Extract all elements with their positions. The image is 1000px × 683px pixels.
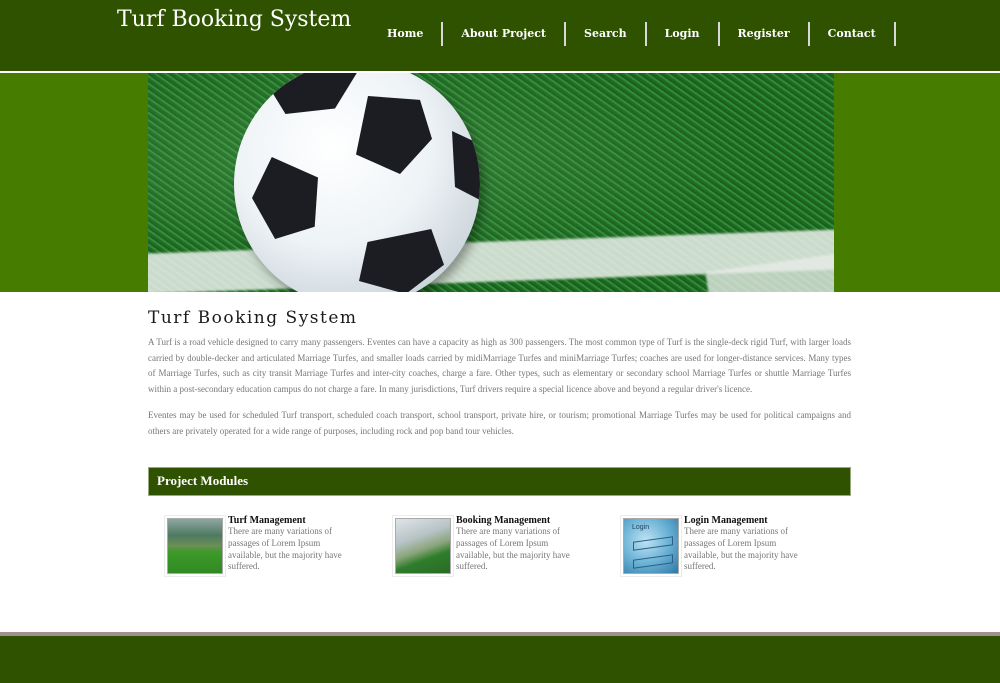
module-title[interactable]: Login Management: [684, 515, 768, 526]
page-title: Turf Booking System: [148, 308, 358, 328]
soccer-ball-icon: [234, 73, 480, 292]
section-title: Project Modules: [157, 473, 249, 488]
module-card-login-management: Login Login Management There are many va…: [620, 515, 820, 577]
nav-home[interactable]: Home: [370, 22, 444, 46]
players-photo-icon: [395, 518, 451, 574]
thumbnail-label: Login: [632, 524, 650, 531]
site-header: Turf Booking System Home About Project S…: [0, 0, 1000, 71]
nav-login[interactable]: Login: [647, 22, 720, 46]
module-title[interactable]: Turf Management: [228, 515, 306, 526]
module-thumbnail[interactable]: [164, 515, 226, 577]
nav-register[interactable]: Register: [720, 22, 810, 46]
main-content: Turf Booking System A Turf is a road veh…: [148, 308, 851, 440]
module-card-booking-management: Booking Management There are many variat…: [392, 515, 592, 577]
nav-contact[interactable]: Contact: [810, 22, 896, 46]
module-description: There are many variations of passages of…: [456, 526, 570, 572]
nav-search[interactable]: Search: [566, 22, 647, 46]
module-title[interactable]: Booking Management: [456, 515, 550, 526]
banner-image: [148, 73, 834, 292]
project-modules-header: Project Modules: [148, 467, 851, 496]
site-title[interactable]: Turf Booking System: [117, 7, 351, 32]
site-footer: [0, 636, 1000, 683]
turf-photo-icon: [167, 518, 223, 574]
module-thumbnail[interactable]: Login: [620, 515, 682, 577]
secondary-paragraph: Eventes may be used for scheduled Turf t…: [148, 410, 851, 436]
module-thumbnail[interactable]: [392, 515, 454, 577]
module-card-turf-management: Turf Management There are many variation…: [164, 515, 364, 577]
intro-paragraph: A Turf is a road vehicle designed to car…: [148, 337, 851, 394]
main-nav: Home About Project Search Login Register…: [370, 22, 896, 46]
module-description: There are many variations of passages of…: [228, 526, 342, 572]
nav-about-project[interactable]: About Project: [443, 22, 567, 46]
module-description: There are many variations of passages of…: [684, 526, 798, 572]
login-screen-icon: Login: [623, 518, 679, 574]
